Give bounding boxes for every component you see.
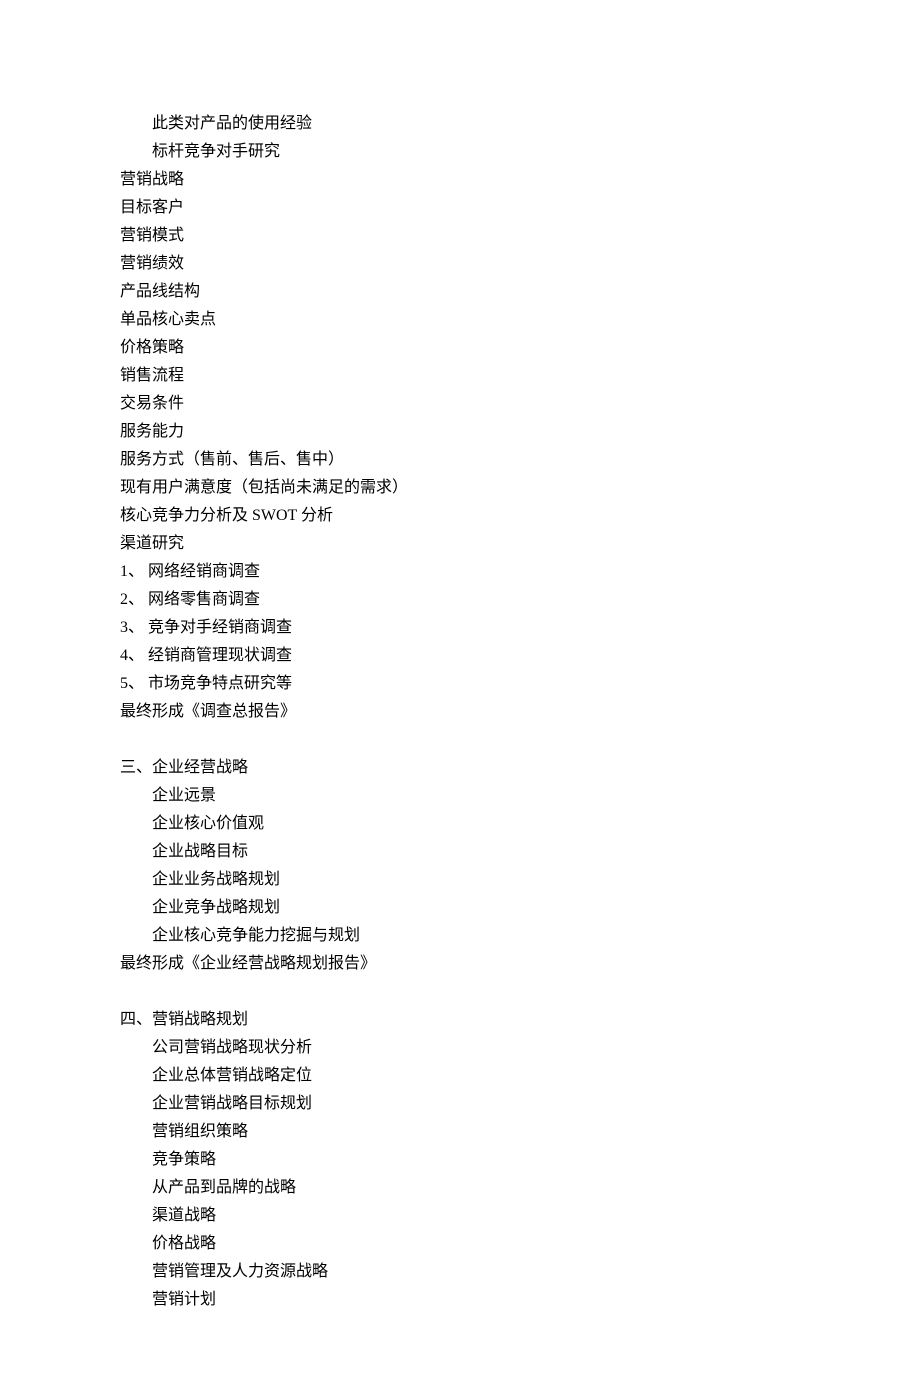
- text-line: 销售流程: [120, 362, 800, 390]
- bullet-line: 此类对产品的使用经验: [120, 110, 800, 138]
- bullet-line: 营销组织策略: [120, 1118, 800, 1146]
- bullet-line: 企业战略目标: [120, 838, 800, 866]
- bullet-marker: [120, 1034, 152, 1062]
- bullet-marker: [120, 110, 152, 138]
- text-line: 渠道研究: [120, 530, 800, 558]
- bullet-line: 营销计划: [120, 1286, 800, 1314]
- bullet-line: 标杆竞争对手研究: [120, 138, 800, 166]
- bullet-text: 营销管理及人力资源战略: [152, 1258, 800, 1286]
- bullet-line: 企业业务战略规划: [120, 866, 800, 894]
- bullet-line: 价格战略: [120, 1230, 800, 1258]
- blank-line: [120, 726, 800, 754]
- document-body: 此类对产品的使用经验标杆竞争对手研究营销战略目标客户营销模式营销绩效产品线结构单…: [120, 110, 800, 1314]
- bullet-text: 企业核心竞争能力挖掘与规划: [152, 922, 800, 950]
- bullet-text: 企业营销战略目标规划: [152, 1090, 800, 1118]
- text-line: 营销绩效: [120, 250, 800, 278]
- text-line: 现有用户满意度（包括尚未满足的需求）: [120, 474, 800, 502]
- bullet-marker: [120, 1174, 152, 1202]
- bullet-text: 公司营销战略现状分析: [152, 1034, 800, 1062]
- text-line: 1、 网络经销商调查: [120, 558, 800, 586]
- bullet-text: 企业业务战略规划: [152, 866, 800, 894]
- bullet-marker: [120, 1062, 152, 1090]
- bullet-text: 营销组织策略: [152, 1118, 800, 1146]
- bullet-text: 价格战略: [152, 1230, 800, 1258]
- blank-line: [120, 978, 800, 1006]
- text-line: 产品线结构: [120, 278, 800, 306]
- bullet-text: 企业核心价值观: [152, 810, 800, 838]
- bullet-marker: [120, 922, 152, 950]
- bullet-marker: [120, 1230, 152, 1258]
- bullet-marker: [120, 1286, 152, 1314]
- bullet-marker: [120, 810, 152, 838]
- text-line: 3、 竞争对手经销商调查: [120, 614, 800, 642]
- bullet-text: 渠道战略: [152, 1202, 800, 1230]
- bullet-line: 企业远景: [120, 782, 800, 810]
- bullet-marker: [120, 866, 152, 894]
- bullet-line: 企业核心竞争能力挖掘与规划: [120, 922, 800, 950]
- bullet-text: 从产品到品牌的战略: [152, 1174, 800, 1202]
- bullet-line: 企业核心价值观: [120, 810, 800, 838]
- text-line: 核心竞争力分析及 SWOT 分析: [120, 502, 800, 530]
- text-line: 单品核心卖点: [120, 306, 800, 334]
- bullet-text: 企业总体营销战略定位: [152, 1062, 800, 1090]
- text-line: 4、 经销商管理现状调查: [120, 642, 800, 670]
- bullet-text: 企业竞争战略规划: [152, 894, 800, 922]
- bullet-marker: [120, 1202, 152, 1230]
- bullet-text: 此类对产品的使用经验: [152, 110, 800, 138]
- text-line: 营销战略: [120, 166, 800, 194]
- bullet-marker: [120, 1090, 152, 1118]
- bullet-marker: [120, 894, 152, 922]
- bullet-marker: [120, 1258, 152, 1286]
- bullet-line: 竞争策略: [120, 1146, 800, 1174]
- text-line: 5、 市场竞争特点研究等: [120, 670, 800, 698]
- text-line: 服务方式（售前、售后、售中）: [120, 446, 800, 474]
- text-line: 服务能力: [120, 418, 800, 446]
- text-line: 营销模式: [120, 222, 800, 250]
- bullet-line: 公司营销战略现状分析: [120, 1034, 800, 1062]
- bullet-text: 企业战略目标: [152, 838, 800, 866]
- bullet-marker: [120, 1118, 152, 1146]
- bullet-marker: [120, 1146, 152, 1174]
- bullet-marker: [120, 138, 152, 166]
- text-line: 2、 网络零售商调查: [120, 586, 800, 614]
- text-line: 最终形成《调查总报告》: [120, 698, 800, 726]
- text-line: 四、营销战略规划: [120, 1006, 800, 1034]
- bullet-marker: [120, 782, 152, 810]
- bullet-line: 企业总体营销战略定位: [120, 1062, 800, 1090]
- text-line: 价格策略: [120, 334, 800, 362]
- bullet-line: 企业营销战略目标规划: [120, 1090, 800, 1118]
- bullet-line: 营销管理及人力资源战略: [120, 1258, 800, 1286]
- text-line: 目标客户: [120, 194, 800, 222]
- bullet-text: 标杆竞争对手研究: [152, 138, 800, 166]
- text-line: 三、企业经营战略: [120, 754, 800, 782]
- bullet-line: 企业竞争战略规划: [120, 894, 800, 922]
- text-line: 交易条件: [120, 390, 800, 418]
- bullet-marker: [120, 838, 152, 866]
- bullet-line: 从产品到品牌的战略: [120, 1174, 800, 1202]
- text-line: 最终形成《企业经营战略规划报告》: [120, 950, 800, 978]
- bullet-text: 企业远景: [152, 782, 800, 810]
- bullet-text: 竞争策略: [152, 1146, 800, 1174]
- bullet-line: 渠道战略: [120, 1202, 800, 1230]
- bullet-text: 营销计划: [152, 1286, 800, 1314]
